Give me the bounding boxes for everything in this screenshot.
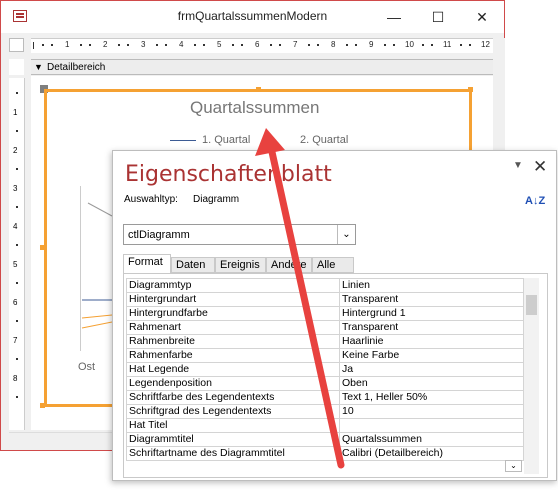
- property-tabs: Format Daten Ereignis Andere Alle: [123, 254, 543, 274]
- property-value[interactable]: 10: [339, 404, 524, 419]
- series-line-orange: [81, 321, 113, 329]
- close-icon[interactable]: ✕: [533, 157, 547, 177]
- property-value[interactable]: Quartalssummen: [339, 432, 524, 447]
- scrollbar-thumb[interactable]: [526, 295, 537, 315]
- property-value[interactable]: Linien: [339, 278, 524, 293]
- property-value[interactable]: Ja: [339, 362, 524, 377]
- selection-type-label: Auswahltyp:: [124, 194, 178, 205]
- property-row[interactable]: Schriftartname des Diagrammtitel Calibri …: [126, 446, 524, 461]
- property-row[interactable]: Rahmenbreite Haarlinie: [126, 334, 524, 349]
- property-row[interactable]: Rahmenfarbe Keine Farbe: [126, 348, 524, 363]
- property-value[interactable]: Haarlinie: [339, 334, 524, 349]
- property-name: Schriftfarbe des Legendentexts: [126, 390, 340, 405]
- property-row[interactable]: Hat Legende Ja: [126, 362, 524, 377]
- property-row[interactable]: Rahmenart Transparent: [126, 320, 524, 335]
- property-value[interactable]: Oben: [339, 376, 524, 391]
- chevron-down-icon[interactable]: ▼: [513, 160, 523, 171]
- chevron-down-icon[interactable]: ⌄: [337, 225, 355, 244]
- property-row[interactable]: Hintergrundart Transparent: [126, 292, 524, 307]
- property-row[interactable]: Schriftgrad des Legendentexts 10: [126, 404, 524, 419]
- chevron-down-icon[interactable]: ⌄: [505, 460, 522, 472]
- tab-format[interactable]: Format: [123, 254, 171, 274]
- property-table: Diagrammtyp Linien Hintergrundart Transpar…: [126, 278, 524, 461]
- property-sheet: Eigenschaftenblatt ▼ ✕ A↓Z Auswahltyp: D…: [112, 150, 557, 481]
- property-value[interactable]: Transparent: [339, 320, 524, 335]
- tab-alle[interactable]: Alle: [312, 257, 354, 273]
- property-row[interactable]: Legendenposition Oben: [126, 376, 524, 391]
- combo-value: ctlDiagramm: [128, 229, 190, 241]
- property-name: Schriftgrad des Legendentexts: [126, 404, 340, 419]
- property-row[interactable]: Diagrammtyp Linien: [126, 278, 524, 293]
- tab-andere[interactable]: Andere: [266, 257, 312, 273]
- category-label: Ost: [78, 361, 96, 373]
- property-row[interactable]: Hat Titel: [126, 418, 524, 433]
- tab-ereignis[interactable]: Ereignis: [215, 257, 266, 273]
- series-line-grey: [87, 202, 113, 217]
- property-value[interactable]: [339, 418, 524, 433]
- property-name: Diagrammtitel: [126, 432, 340, 447]
- property-sheet-title: Eigenschaftenblatt: [125, 162, 332, 187]
- property-name: Hintergrundart: [126, 292, 340, 307]
- property-value[interactable]: Calibri (Detailbereich): [339, 446, 524, 461]
- property-name: Rahmenbreite: [126, 334, 340, 349]
- property-name: Hat Legende: [126, 362, 340, 377]
- property-row[interactable]: Diagrammtitel Quartalssummen: [126, 432, 524, 447]
- property-name: Rahmenfarbe: [126, 348, 340, 363]
- property-name: Hat Titel: [126, 418, 340, 433]
- property-value[interactable]: Keine Farbe: [339, 348, 524, 363]
- property-row[interactable]: Schriftfarbe des Legendentexts Text 1, He…: [126, 390, 524, 405]
- property-name: Hintergrundfarbe: [126, 306, 340, 321]
- property-name: Rahmenart: [126, 320, 340, 335]
- property-name: Diagrammtyp: [126, 278, 340, 293]
- tab-daten[interactable]: Daten: [171, 257, 215, 273]
- series-line-orange: [81, 314, 113, 319]
- property-value[interactable]: Text 1, Heller 50%: [339, 390, 524, 405]
- property-row[interactable]: Hintergrundfarbe Hintergrund 1: [126, 306, 524, 321]
- property-name: Schriftartname des Diagrammtitel: [126, 446, 340, 461]
- property-value[interactable]: Hintergrund 1: [339, 306, 524, 321]
- control-selector-combo[interactable]: ctlDiagramm ⌄: [123, 224, 356, 245]
- sort-az-icon[interactable]: A↓Z: [525, 195, 545, 207]
- property-name: Legendenposition: [126, 376, 340, 391]
- selection-type-value: Diagramm: [193, 194, 240, 205]
- property-value[interactable]: Transparent: [339, 292, 524, 307]
